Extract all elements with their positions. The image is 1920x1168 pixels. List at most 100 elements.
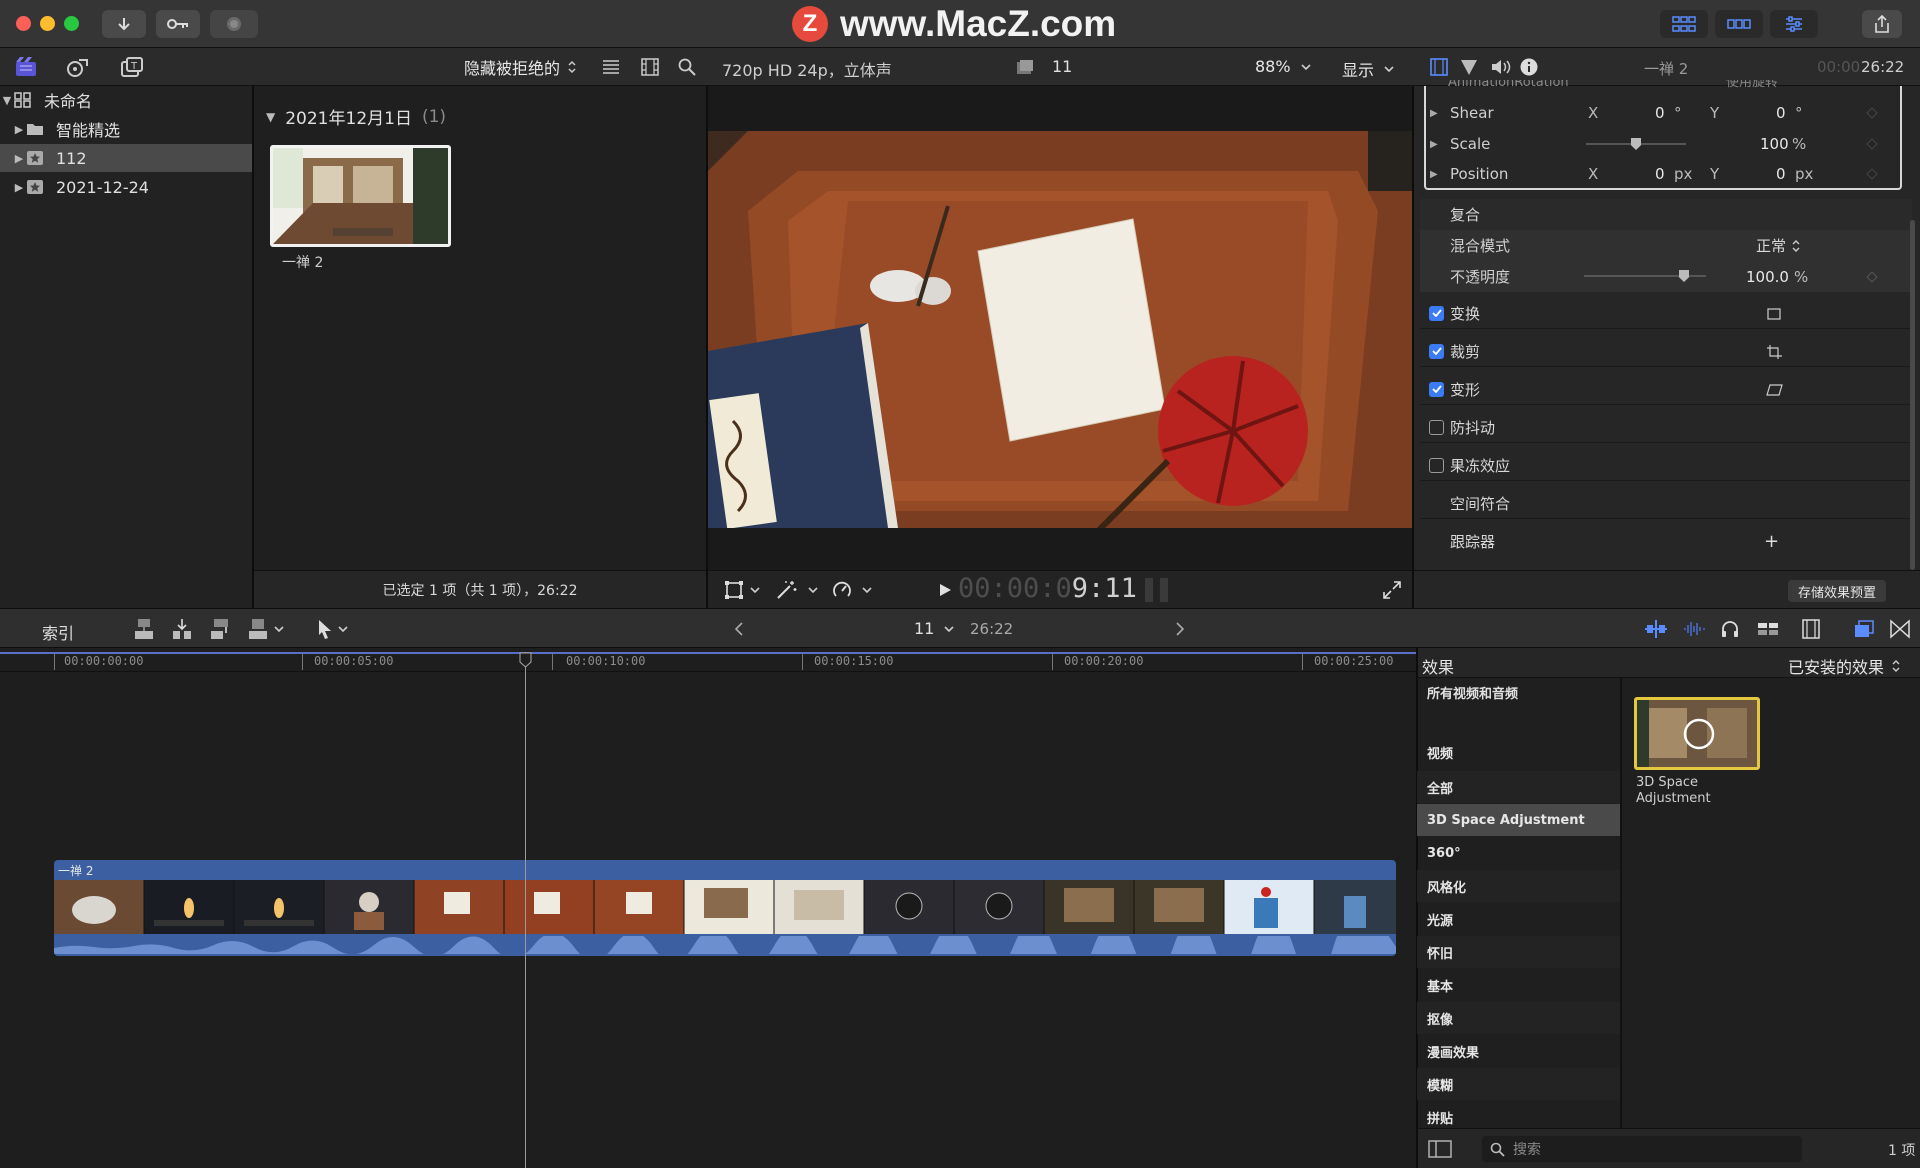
headphones-icon[interactable] [1720,619,1740,639]
fullscreen-icon[interactable] [1383,581,1401,599]
forward-arrow-icon[interactable] [1175,622,1185,636]
disclosure-closed-icon[interactable]: ▶ [12,152,26,165]
date-group-header[interactable]: ▼ 2021年12月1日 (1) [266,104,446,130]
section-transform[interactable]: 变换 [1420,298,1912,329]
disclosure-closed-icon[interactable]: ▶ [12,181,26,194]
position-x-value[interactable]: 0 [1655,165,1665,183]
close-button[interactable] [16,16,31,31]
shear-y-value[interactable]: 0 [1776,104,1786,122]
composite-header[interactable]: 复合 [1420,199,1912,230]
effects-category-blur[interactable]: 模糊 [1417,1068,1620,1100]
workspace-browser-button[interactable] [1660,10,1708,38]
library-root[interactable]: ▼ 未命名 [0,86,252,114]
timeline-index-button[interactable]: 索引 [42,620,74,644]
crop-icon[interactable] [1766,345,1782,359]
workspace-inspector-button[interactable] [1770,10,1818,38]
libraries-icon[interactable] [14,56,38,78]
keyframe-diamond-icon[interactable] [1866,168,1878,180]
keyframe-diamond-icon[interactable] [1866,138,1878,150]
scale-value[interactable]: 100 [1760,135,1789,153]
shear-x-value[interactable]: 0 [1655,104,1665,122]
zoom-select[interactable]: 88% [1255,57,1311,76]
clip-filter-select[interactable]: 隐藏被拒绝的 [464,56,576,78]
insert-clip-icon[interactable] [172,618,192,640]
effects-category-all[interactable]: 全部 [1417,771,1620,803]
disclosure-closed-icon[interactable]: ▶ [1430,139,1450,150]
rolling-shutter-checkbox[interactable] [1429,457,1444,473]
share-button[interactable] [1862,10,1902,38]
list-view-icon[interactable] [602,59,620,75]
titles-generators-icon[interactable]: T [120,56,144,78]
keyframe-diamond-icon[interactable] [1866,107,1878,119]
color-inspector-icon[interactable] [1460,58,1478,76]
section-tracker[interactable]: 跟踪器 + [1420,526,1912,557]
overwrite-clip-select[interactable] [248,618,284,640]
zoom-button[interactable] [64,16,79,31]
effects-category-keying[interactable]: 抠像 [1417,1002,1620,1034]
video-inspector-icon[interactable] [1430,58,1448,76]
append-clip-icon[interactable] [210,618,230,640]
crop-checkbox[interactable] [1429,343,1444,359]
effects-category-all-media[interactable]: 所有视频和音频 [1417,676,1620,708]
sidebar-toggle-icon[interactable] [1428,1140,1452,1158]
library-item-smart-collections[interactable]: ▶ 智能精选 [0,115,252,143]
minimize-button[interactable] [40,16,55,31]
effects-category-3d-space[interactable]: 3D Space Adjustment [1417,804,1620,836]
opacity-slider[interactable] [1584,270,1706,282]
distort-icon[interactable] [1766,383,1784,397]
scale-slider-knob[interactable] [1631,138,1641,150]
filmstrip-view-icon[interactable] [641,58,659,76]
transitions-browser-icon[interactable] [1890,619,1910,639]
keyframe-diamond-icon[interactable] [1866,271,1878,283]
installed-effects-select[interactable]: 已安装的效果 [1788,654,1900,678]
info-inspector-icon[interactable] [1520,58,1538,76]
effects-category-360[interactable]: 360° [1417,837,1620,869]
enhance-select[interactable] [776,580,818,600]
position-y-value[interactable]: 0 [1776,165,1786,183]
opacity-value[interactable]: 100.0 [1746,268,1789,286]
disclosure-open-icon[interactable]: ▼ [266,110,275,124]
browser-clip-thumbnail[interactable] [270,145,451,247]
keywords-button[interactable] [156,10,200,38]
effects-search-field[interactable]: 搜索 [1482,1136,1802,1162]
playhead[interactable] [525,652,526,1168]
viewer-canvas[interactable] [708,131,1412,528]
skimming-icon[interactable] [1644,619,1668,639]
distort-checkbox[interactable] [1429,381,1444,397]
transform-icon[interactable] [1766,307,1782,321]
blend-mode-select[interactable]: 正常 [1756,235,1800,256]
opacity-slider-knob[interactable] [1679,270,1689,282]
section-distort[interactable]: 变形 [1420,374,1912,405]
timeline-clip[interactable]: 一禅 2 [54,860,1396,956]
connect-clip-icon[interactable] [134,618,154,640]
play-icon[interactable] [938,583,952,597]
back-arrow-icon[interactable] [734,622,744,636]
workspace-timeline-button[interactable] [1715,10,1763,38]
effects-category-basics[interactable]: 基本 [1417,969,1620,1001]
disclosure-closed-icon[interactable]: ▶ [1430,169,1450,180]
effects-category-comic[interactable]: 漫画效果 [1417,1035,1620,1067]
effect-thumbnail-3d-space-adjustment[interactable] [1634,697,1760,770]
solo-icon[interactable] [1756,619,1780,639]
transform-tool-select[interactable] [724,580,760,600]
audio-inspector-icon[interactable] [1490,58,1512,76]
playhead-handle-icon[interactable] [519,652,532,668]
import-button[interactable] [102,10,146,38]
effects-category-stylize[interactable]: 风格化 [1417,870,1620,902]
section-crop[interactable]: 裁剪 [1420,336,1912,367]
scale-slider[interactable] [1586,138,1686,150]
clip-appearance-icon[interactable] [1802,619,1820,639]
view-options-select[interactable]: 显示 [1342,57,1394,81]
effects-category-light[interactable]: 光源 [1417,903,1620,935]
stabilization-checkbox[interactable] [1429,419,1444,435]
disclosure-closed-icon[interactable]: ▶ [1430,108,1450,119]
disclosure-open-icon[interactable]: ▼ [0,94,14,107]
section-stabilization[interactable]: 防抖动 [1420,412,1912,443]
playhead-timecode[interactable]: 00:00:0 9:11 [958,573,1137,604]
transform-checkbox[interactable] [1429,305,1444,321]
add-tracker-button[interactable]: + [1764,531,1779,552]
audio-skimming-icon[interactable] [1682,619,1706,639]
section-rolling-shutter[interactable]: 果冻效应 [1420,450,1912,481]
tool-select[interactable] [318,619,348,639]
background-tasks-button[interactable] [210,10,258,38]
